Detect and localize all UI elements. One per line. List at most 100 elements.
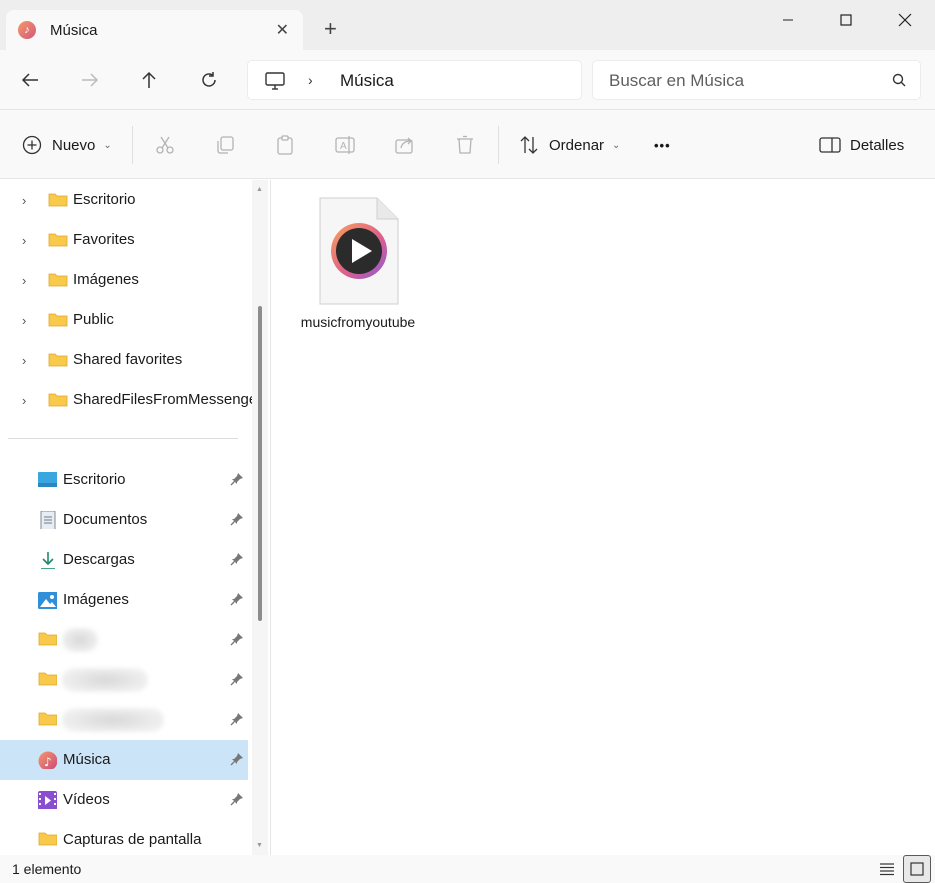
quick-access-capturas[interactable]: Capturas de pantalla [0,820,248,855]
pin-icon[interactable] [230,672,244,686]
list-view-icon [880,863,894,876]
chevron-right-icon[interactable]: › [22,313,26,328]
scroll-down-icon[interactable]: ▼ [256,842,263,849]
close-window-button[interactable] [876,0,934,40]
search-box[interactable] [592,60,921,100]
tree-item-label: Escritorio [73,191,136,208]
navigation-pane: › Escritorio › Favorites › Imágenes › Pu… [0,180,268,855]
minimize-icon [783,19,793,21]
sort-label: Ordenar [549,136,605,154]
refresh-icon [202,72,216,87]
search-icon[interactable] [892,73,906,87]
quick-access-folder-hidden-2[interactable] [0,660,248,700]
folder-icon [48,193,68,207]
new-button[interactable]: Nuevo ⌄ [22,132,112,158]
status-bar: 1 elemento [0,855,935,883]
more-options-button[interactable]: ••• [654,132,671,158]
tree-item-favorites[interactable]: › Favorites [0,220,248,260]
toolbar-separator [498,126,499,164]
folder-icon [48,353,68,367]
tab-musica[interactable]: ♪ Música ✕ [6,10,303,51]
quick-access-escritorio[interactable]: Escritorio [0,460,248,500]
chevron-right-icon[interactable]: › [22,193,26,208]
chevron-right-icon[interactable]: › [22,353,26,368]
tree-item-public[interactable]: › Public [0,300,248,340]
pin-icon[interactable] [230,552,244,566]
arrow-left-icon [21,73,38,87]
forward-button[interactable] [75,66,105,94]
file-list-view[interactable]: musicfromyoutube [270,180,935,855]
tab-close-icon[interactable]: ✕ [276,20,289,40]
tree-item-label: Imágenes [73,271,139,288]
paste-button[interactable] [275,132,295,158]
pin-icon[interactable] [230,592,244,606]
cut-button[interactable] [155,132,175,158]
quick-access-folder-hidden-1[interactable] [0,620,248,660]
breadcrumb-separator[interactable]: › [308,72,313,88]
videos-icon [38,791,57,809]
pin-icon[interactable] [230,712,244,726]
close-icon [898,13,912,27]
tree-item-shared-favorites[interactable]: › Shared favorites [0,340,248,380]
sort-button[interactable]: Ordenar ⌄ [519,132,620,158]
chevron-right-icon[interactable]: › [22,273,26,288]
quick-access-musica[interactable]: ♪ Música [0,740,248,780]
quick-access-label: Imágenes [63,591,129,608]
svg-text:A: A [340,141,347,152]
pin-icon[interactable] [230,792,244,806]
music-note-icon: ♪ [18,21,36,39]
refresh-button[interactable] [194,66,224,94]
desktop-icon [38,472,57,487]
quick-access-documentos[interactable]: Documentos [0,500,248,540]
more-icon: ••• [654,137,671,153]
sidebar-scrollbar[interactable]: ▲ ▼ [252,180,268,855]
share-icon [395,137,413,154]
pin-icon[interactable] [230,472,244,486]
pin-icon[interactable] [230,752,244,766]
file-name: musicfromyoutube [300,314,416,330]
details-pane-icon [819,137,841,153]
quick-access-videos[interactable]: Vídeos [0,780,248,820]
quick-access-imagenes[interactable]: Imágenes [0,580,248,620]
scroll-thumb[interactable] [258,306,262,621]
tree-item-imagenes[interactable]: › Imágenes [0,260,248,300]
quick-access-descargas[interactable]: Descargas [0,540,248,580]
title-bar: ♪ Música ✕ + [0,0,935,51]
sidebar-divider [8,438,238,439]
folder-icon [48,393,68,407]
pin-icon[interactable] [230,512,244,526]
breadcrumb-musica[interactable]: Música [340,71,394,91]
maximize-button[interactable] [817,0,875,40]
pictures-icon [38,592,57,609]
new-tab-button[interactable]: + [324,18,337,40]
up-button[interactable] [134,66,164,94]
pin-icon[interactable] [230,632,244,646]
details-button[interactable]: Detalles [819,132,904,158]
paste-icon [277,135,293,155]
chevron-right-icon[interactable]: › [22,233,26,248]
rename-button[interactable]: A [335,132,355,158]
folder-icon [38,712,57,726]
arrow-up-icon [142,71,156,88]
sort-icon [520,136,538,154]
folder-icon [38,672,57,686]
file-item[interactable]: musicfromyoutube [299,194,417,354]
search-input[interactable] [609,69,869,93]
back-button[interactable] [15,66,45,94]
large-icons-view-button[interactable] [903,855,931,883]
tree-item-sharedfilesfrommessenger[interactable]: › SharedFilesFromMessenge [0,380,257,420]
quick-access-folder-hidden-3[interactable] [0,700,248,740]
quick-access-label: Capturas de pantalla [63,831,202,848]
chevron-right-icon[interactable]: › [22,393,26,408]
minimize-button[interactable] [759,0,817,40]
details-view-button[interactable] [873,855,901,883]
copy-button[interactable] [215,132,235,158]
address-bar[interactable]: › Música [247,60,582,100]
navigation-bar: › Música [0,50,935,110]
share-button[interactable] [395,132,415,158]
tree-item-escritorio[interactable]: › Escritorio [0,180,248,220]
documents-icon [40,511,56,529]
delete-button[interactable] [455,132,475,158]
scroll-up-icon[interactable]: ▲ [256,186,263,193]
chevron-down-icon: ⌄ [612,139,621,151]
